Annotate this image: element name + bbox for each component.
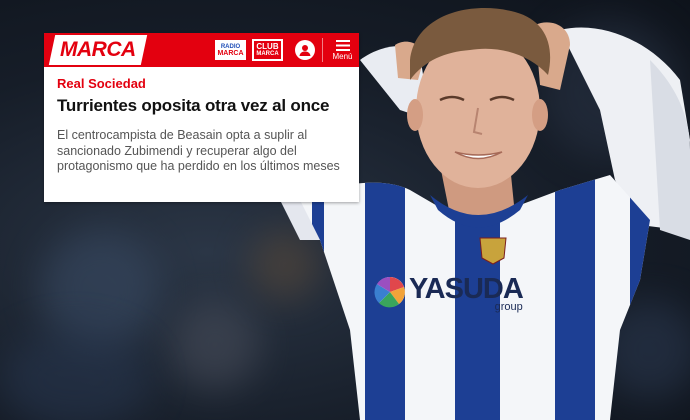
article-card[interactable]: MARCA RADIO MARCA CLUB MARCA Menú Real S… [44, 33, 359, 202]
header-bar: MARCA RADIO MARCA CLUB MARCA Menú [44, 33, 359, 67]
shirt-sponsor-name: YASUDA [409, 273, 524, 305]
club-badge-top: CLUB [256, 42, 279, 51]
header-divider [322, 38, 323, 62]
marca-logo[interactable]: MARCA [48, 35, 148, 65]
radio-marca-button[interactable]: RADIO MARCA [215, 40, 246, 60]
club-marca-button[interactable]: CLUB MARCA [252, 39, 283, 61]
section-link[interactable]: Real Sociedad [57, 76, 146, 91]
radio-badge-bottom: MARCA [217, 49, 244, 57]
user-icon [299, 45, 311, 56]
shirt-sponsor-sub: group [494, 301, 523, 313]
logo-text: MARCA [60, 38, 136, 61]
shirt-sponsor: YASUDA group [409, 273, 524, 313]
menu-icon [335, 39, 350, 51]
article-headline[interactable]: Turrientes oposita otra vez al once [57, 96, 352, 116]
menu-button[interactable]: Menú [326, 33, 359, 67]
article-summary: El centrocampista de Beasain opta a supl… [57, 128, 340, 173]
club-badge-bottom: MARCA [256, 51, 279, 57]
menu-label: Menú [332, 51, 353, 61]
user-button[interactable] [295, 40, 315, 60]
